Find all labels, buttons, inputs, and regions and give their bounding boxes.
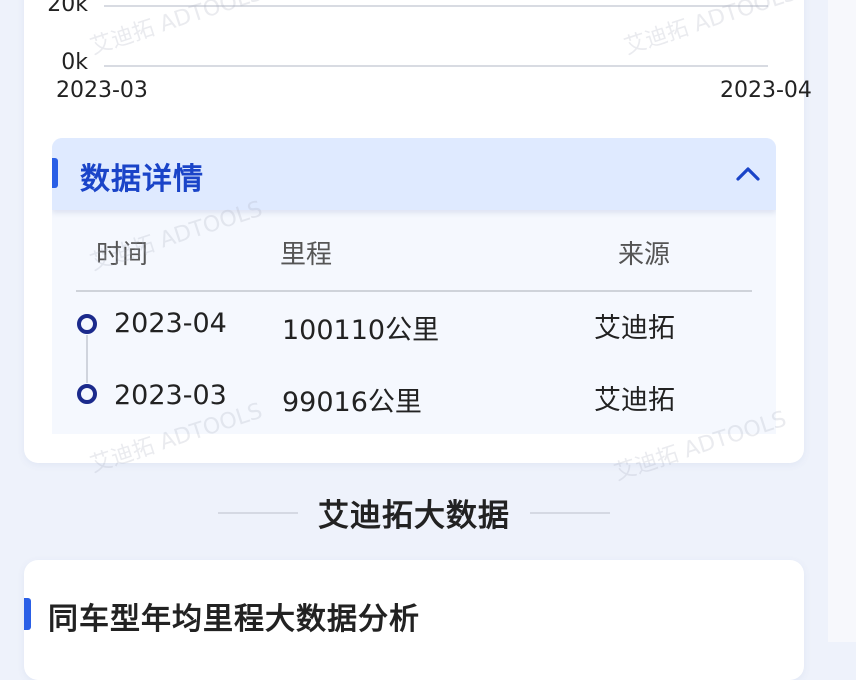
mileage-chart: 20k 0k 2023-03 2023-04 — [0, 0, 856, 120]
timeline-dot-icon — [77, 314, 97, 334]
data-details-title: 数据详情 — [80, 162, 204, 197]
collapse-details-button[interactable] — [730, 156, 766, 192]
analysis-card: 同车型年均里程大数据分析 — [24, 560, 804, 680]
chevron-up-icon — [736, 167, 760, 181]
data-details-header[interactable]: 数据详情 — [52, 138, 776, 210]
timeline-dot-icon — [77, 384, 97, 404]
x-tick-label: 2023-04 — [720, 78, 812, 103]
row-mileage: 99016公里 — [282, 387, 422, 418]
row-source: 艾迪拓 — [594, 313, 675, 344]
x-tick-label: 2023-03 — [56, 78, 148, 103]
table-row: 2023-04 100110公里 艾迪拓 — [52, 294, 776, 354]
header-divider — [76, 290, 752, 292]
analysis-title: 同车型年均里程大数据分析 — [48, 602, 420, 637]
data-details-panel: 数据详情 时间 里程 来源 2023-04 100110公里 艾迪拓 2023-… — [52, 138, 776, 434]
analysis-accent-bar — [24, 598, 31, 630]
big-data-section-title: 艾迪拓大数据 — [318, 498, 510, 534]
row-time: 2023-03 — [114, 380, 227, 411]
y-tick-label: 20k — [47, 0, 88, 17]
column-header-time: 时间 — [96, 240, 149, 270]
row-time: 2023-04 — [114, 308, 227, 339]
table-row: 2023-03 99016公里 艾迪拓 — [52, 366, 776, 426]
row-mileage: 100110公里 — [282, 315, 440, 346]
column-header-source: 来源 — [618, 240, 671, 270]
y-tick-label: 0k — [61, 50, 88, 75]
row-source: 艾迪拓 — [594, 385, 675, 416]
column-header-mileage: 里程 — [280, 240, 333, 270]
header-accent-bar — [52, 158, 58, 188]
